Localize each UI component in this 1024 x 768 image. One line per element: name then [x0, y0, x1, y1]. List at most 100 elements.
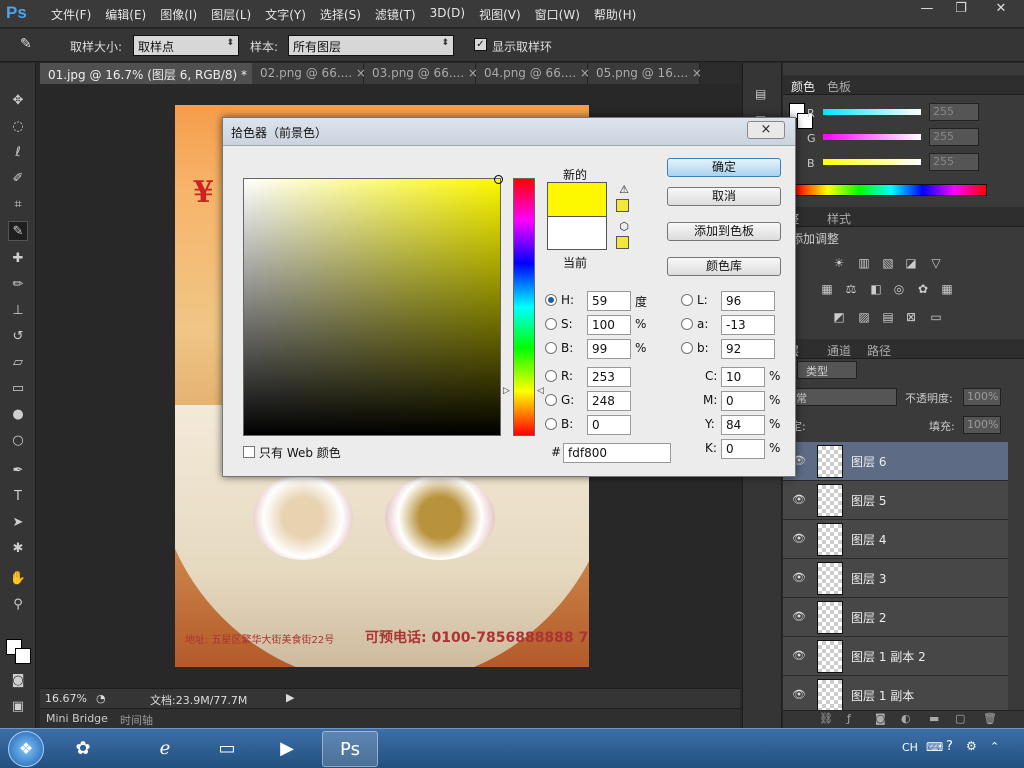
keyboard-icon[interactable]: ⌨ — [926, 740, 943, 754]
blend-mode-select[interactable]: 常 — [791, 388, 897, 406]
show-ring-checkbox[interactable]: ✓ — [474, 38, 487, 51]
input-r[interactable]: 253 — [587, 367, 631, 387]
media-player-icon[interactable]: ▶ — [262, 731, 312, 767]
timeline-tab[interactable]: 时间轴 — [120, 712, 153, 728]
input-h[interactable]: 59 — [587, 291, 631, 311]
status-info-icon[interactable]: ◔ — [96, 692, 106, 705]
color-field-marker[interactable] — [494, 175, 503, 184]
mini-bridge-tab[interactable]: Mini Bridge — [46, 712, 108, 725]
input-l[interactable]: 96 — [721, 291, 775, 311]
dialog-titlebar[interactable]: 拾色器（前景色） × — [223, 118, 795, 146]
menu-select[interactable]: 选择(S) — [313, 6, 368, 23]
slider-r-value[interactable]: 255 — [929, 103, 979, 121]
slider-g-track[interactable] — [823, 134, 921, 140]
menu-3d[interactable]: 3D(D) — [423, 6, 472, 23]
color-library-button[interactable]: 颜色库 — [667, 257, 781, 276]
input-g[interactable]: 248 — [587, 391, 631, 411]
radio-s[interactable] — [545, 318, 557, 330]
radio-b-rgb[interactable] — [545, 418, 557, 430]
current-color-swatch[interactable] — [547, 216, 607, 250]
layer-row-2[interactable]: 👁 图层 2 — [783, 598, 1008, 637]
shape-tool-icon[interactable]: ✱ — [8, 539, 28, 559]
menu-filter[interactable]: 滤镜(T) — [368, 6, 423, 23]
radio-b-hsb[interactable] — [545, 342, 557, 354]
layer-row-3[interactable]: 👁 图层 3 — [783, 559, 1008, 598]
layer-filter-select[interactable]: 类型 — [797, 361, 857, 379]
color-spectrum-ramp[interactable] — [795, 184, 987, 196]
doc-tab-04[interactable]: 04.png @ 66.... × — [476, 63, 590, 84]
dialog-close-button[interactable]: × — [747, 121, 785, 139]
curves-adjust-icon[interactable]: ▧ — [880, 255, 896, 271]
new-adjustment-icon[interactable]: ◐ — [901, 712, 911, 725]
brush-tool-icon[interactable]: ✏ — [8, 275, 28, 295]
pen-tool-icon[interactable]: ✒ — [8, 461, 28, 481]
close-window-button[interactable]: ✕ — [978, 0, 1024, 20]
minimize-button[interactable]: — — [910, 0, 944, 20]
hand-tool-icon[interactable]: ✋ — [8, 569, 28, 589]
doc-tab-01[interactable]: 01.jpg @ 16.7% (图层 6, RGB/8) * × — [40, 63, 261, 84]
saturation-brightness-field[interactable] — [243, 175, 503, 436]
web-colors-only-checkbox[interactable] — [243, 446, 255, 458]
input-b-rgb[interactable]: 0 — [587, 415, 631, 435]
quick-mask-icon[interactable]: ◙ — [8, 671, 28, 691]
fill-input[interactable]: 100% — [963, 416, 1001, 434]
new-group-icon[interactable]: ▬ — [929, 712, 939, 725]
marquee-tool-icon[interactable]: ◌ — [8, 117, 28, 137]
start-button[interactable]: ❖ — [8, 731, 44, 767]
menu-edit[interactable]: 编辑(E) — [98, 6, 153, 23]
menu-layer[interactable]: 图层(L) — [204, 6, 258, 23]
stamp-tool-icon[interactable]: ⊥ — [8, 301, 28, 321]
radio-r[interactable] — [545, 370, 557, 382]
history-brush-icon[interactable]: ↺ — [8, 327, 28, 347]
cancel-button[interactable]: 取消 — [667, 187, 781, 206]
visibility-eye-icon[interactable]: 👁 — [792, 571, 806, 585]
eyedropper-icon[interactable]: ✎ — [20, 36, 38, 54]
radio-a[interactable] — [681, 318, 693, 330]
lasso-tool-icon[interactable]: ℓ — [8, 143, 28, 163]
history-panel-icon[interactable]: ▤ — [755, 87, 766, 101]
screen-mode-icon[interactable]: ▣ — [8, 697, 28, 717]
radio-g[interactable] — [545, 394, 557, 406]
quick-select-tool-icon[interactable]: ✐ — [8, 169, 28, 189]
ok-button[interactable]: 确定 — [667, 158, 781, 177]
layer-row-5[interactable]: 👁 图层 5 — [783, 481, 1008, 520]
input-b-lab[interactable]: 92 — [721, 339, 775, 359]
input-s[interactable]: 100 — [587, 315, 631, 335]
web-safe-cube-icon[interactable]: ⬡ — [617, 220, 631, 234]
crop-tool-icon[interactable]: ⌗ — [8, 195, 28, 215]
add-mask-icon[interactable]: ◙ — [875, 712, 886, 725]
slider-b-value[interactable]: 255 — [929, 153, 979, 171]
menu-image[interactable]: 图像(I) — [153, 6, 204, 23]
new-layer-icon[interactable]: ▢ — [955, 712, 965, 725]
doc-tab-03[interactable]: 03.png @ 66.... × — [364, 63, 478, 84]
background-color-swatch[interactable] — [15, 648, 31, 664]
add-to-swatches-button[interactable]: 添加到色板 — [667, 222, 781, 241]
slider-b-track[interactable] — [823, 159, 921, 165]
hue-slider-left-arrow-icon[interactable]: ▷ — [503, 386, 510, 396]
tray-expand-icon[interactable]: ⌃ — [990, 740, 999, 753]
link-layers-icon[interactable]: ⛓ — [819, 712, 833, 725]
layer-row-6[interactable]: 👁 图层 6 — [783, 442, 1008, 481]
color-balance-adjust-icon[interactable]: ⚖ — [843, 281, 859, 297]
color-lookup-adjust-icon[interactable]: ▦ — [939, 281, 955, 297]
zoom-level[interactable]: 16.67% — [45, 692, 87, 705]
posterize-adjust-icon[interactable]: ▨ — [856, 309, 872, 325]
path-select-icon[interactable]: ➤ — [8, 513, 28, 533]
eyedropper-tool-icon[interactable]: ✎ — [8, 221, 28, 241]
input-a[interactable]: -13 — [721, 315, 775, 335]
eraser-tool-icon[interactable]: ▱ — [8, 353, 28, 373]
slider-g-value[interactable]: 255 — [929, 128, 979, 146]
channel-mixer-adjust-icon[interactable]: ✿ — [915, 281, 931, 297]
hue-slider-right-arrow-icon[interactable]: ◁ — [537, 386, 544, 396]
healing-tool-icon[interactable]: ✚ — [8, 249, 28, 269]
out-of-gamut-warning-icon[interactable]: ⚠ — [617, 183, 631, 197]
opacity-input[interactable]: 100% — [963, 388, 1001, 406]
gradient-tool-icon[interactable]: ▭ — [8, 379, 28, 399]
tab-styles[interactable]: 样式 — [827, 210, 851, 227]
levels-adjust-icon[interactable]: ▥ — [856, 255, 872, 271]
input-language[interactable]: CH — [902, 741, 918, 754]
hex-input[interactable]: fdf800 — [563, 443, 671, 463]
tab-swatches[interactable]: 色板 — [827, 78, 851, 95]
threshold-adjust-icon[interactable]: ▤ — [880, 309, 896, 325]
blur-tool-icon[interactable]: ● — [8, 405, 28, 425]
